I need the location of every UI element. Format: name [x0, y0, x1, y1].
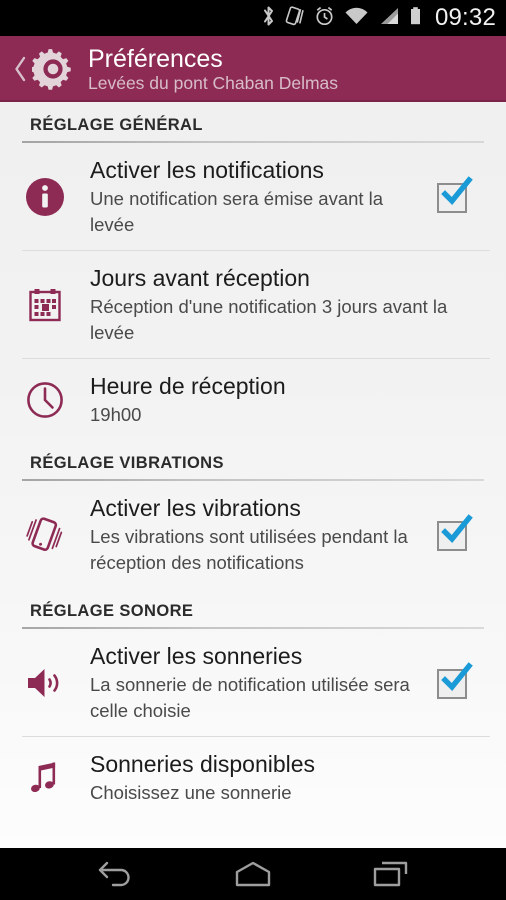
preference-row-notifications[interactable]: Activer les notifications Une notificati… [0, 143, 506, 250]
music-note-icon [0, 756, 90, 800]
preference-row-available-ringtones[interactable]: Sonneries disponibles Choisissez une son… [0, 737, 506, 818]
info-icon [0, 175, 90, 219]
preference-title: Heure de réception [90, 373, 286, 399]
preference-summary: Une notification sera émise avant la lev… [90, 188, 384, 235]
preference-text: Jours avant réception Réception d'une no… [90, 263, 492, 346]
check-mark-icon [439, 661, 473, 701]
section-header: RÉGLAGE SONORE [30, 602, 194, 620]
preference-text: Heure de réception 19h00 [90, 371, 492, 428]
check-mark-icon [439, 175, 473, 215]
preference-title: Sonneries disponibles [90, 751, 316, 777]
clock-icon [0, 378, 90, 422]
back-nav-button[interactable] [79, 848, 151, 900]
bluetooth-icon [261, 5, 276, 32]
recents-nav-button[interactable] [355, 848, 427, 900]
section-divider [22, 479, 484, 481]
status-clock: 09:32 [434, 4, 496, 31]
preference-title: Jours avant réception [90, 265, 310, 291]
preference-category-sound: RÉGLAGE SONORE Activer les sonneries La … [0, 588, 506, 818]
battery-icon [409, 5, 422, 32]
preferences-list[interactable]: RÉGLAGE GÉNÉRAL Activer les notification… [0, 102, 506, 848]
preference-title: Activer les sonneries [90, 643, 303, 669]
phone-screen: 09:32 Préférences Levées du pont Chaban … [0, 0, 506, 900]
preference-widget[interactable] [416, 175, 492, 214]
cellular-signal-icon [378, 5, 400, 32]
preference-row-reception-time[interactable]: Heure de réception 19h00 [0, 359, 506, 440]
preference-text: Activer les sonneries La sonnerie de not… [90, 641, 416, 724]
preference-row-days-before[interactable]: Jours avant réception Réception d'une no… [0, 251, 506, 358]
action-bar-titles: Préférences Levées du pont Chaban Delmas [88, 45, 338, 94]
preference-row-ringtones-enable[interactable]: Activer les sonneries La sonnerie de not… [0, 629, 506, 736]
preference-text: Sonneries disponibles Choisissez une son… [90, 749, 492, 806]
vibration-phone-icon [0, 512, 90, 558]
vibrations-checkbox[interactable] [437, 513, 473, 552]
preference-row-vibrations[interactable]: Activer les vibrations Les vibrations so… [0, 481, 506, 588]
section-header: RÉGLAGE VIBRATIONS [30, 454, 224, 472]
vibrate-icon [285, 5, 305, 32]
preference-widget[interactable] [416, 513, 492, 552]
preference-text: Activer les vibrations Les vibrations so… [90, 493, 416, 576]
preference-category-general: RÉGLAGE GÉNÉRAL Activer les notification… [0, 102, 506, 440]
calendar-icon [0, 283, 90, 327]
check-mark-icon [439, 513, 473, 553]
section-divider [22, 627, 484, 629]
page-title: Préférences [88, 44, 223, 73]
preference-summary: 19h00 [90, 404, 142, 425]
preference-summary: Les vibrations sont utilisées pendant la… [90, 526, 408, 573]
speaker-icon [0, 661, 90, 705]
home-nav-button[interactable] [217, 848, 289, 900]
section-divider [22, 141, 484, 143]
navigation-bar [0, 848, 506, 900]
preference-title: Activer les vibrations [90, 495, 301, 521]
notifications-checkbox[interactable] [437, 175, 473, 214]
action-bar: Préférences Levées du pont Chaban Delmas [0, 36, 506, 102]
up-navigation-button[interactable] [10, 55, 30, 83]
gear-icon[interactable] [30, 48, 76, 90]
preference-category-vibrations: RÉGLAGE VIBRATIONS Activer les vibration… [0, 440, 506, 588]
ringtones-checkbox[interactable] [437, 661, 473, 700]
status-bar: 09:32 [0, 0, 506, 36]
preference-summary: Choisissez une sonnerie [90, 782, 292, 803]
preference-summary: Réception d'une notification 3 jours ava… [90, 296, 448, 343]
alarm-icon [314, 5, 335, 32]
preference-summary: La sonnerie de notification utilisée ser… [90, 674, 410, 721]
wifi-icon [344, 5, 369, 32]
section-header: RÉGLAGE GÉNÉRAL [30, 116, 203, 134]
page-subtitle: Levées du pont Chaban Delmas [88, 72, 339, 93]
preference-text: Activer les notifications Une notificati… [90, 155, 416, 238]
preference-title: Activer les notifications [90, 157, 324, 183]
preference-widget[interactable] [416, 661, 492, 700]
